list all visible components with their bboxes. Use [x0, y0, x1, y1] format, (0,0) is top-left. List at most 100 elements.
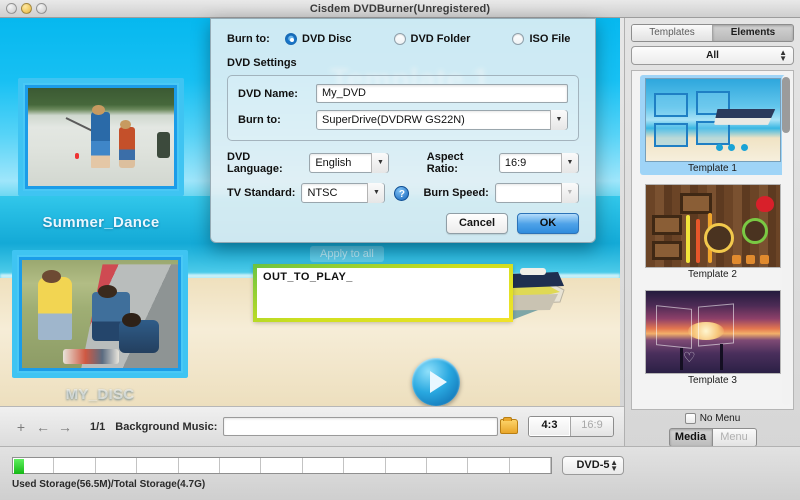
- page-indicator: 1/1: [90, 420, 106, 433]
- background-music-input[interactable]: [223, 417, 498, 436]
- app-window: Cisdem DVDBurner(Unregistered) Summer_Da…: [0, 0, 800, 500]
- stamp-frame: [23, 83, 179, 191]
- aspect-16-9-button[interactable]: 16:9: [571, 417, 613, 436]
- bottom-toolbar: + ← → 1/1 Background Music: 4:3 16:9: [0, 406, 624, 446]
- radio-dvd-disc-label: DVD Disc: [302, 33, 352, 45]
- disc-type-dropdown[interactable]: DVD-5 ▲ ▼: [562, 456, 624, 475]
- chevron-down-icon: ▼: [367, 183, 385, 203]
- burn-to-label: Burn to:: [227, 33, 270, 45]
- radio-dot-icon: [393, 33, 406, 45]
- menu-button[interactable]: Menu: [712, 428, 757, 447]
- burn-drive-dropdown[interactable]: SuperDrive(DVDRW GS22N) ▼: [316, 110, 568, 130]
- chevron-down-icon: ▼: [561, 153, 578, 173]
- burn-target-row: Burn to: DVD Disc DVD Folder ISO File: [227, 33, 579, 45]
- prev-arrow-icon[interactable]: ←: [32, 419, 54, 435]
- stamp-label: MY_DISC: [65, 386, 135, 403]
- media-button[interactable]: Media: [668, 428, 713, 447]
- no-menu-row[interactable]: No Menu: [631, 413, 794, 424]
- stamp-frame: [17, 255, 183, 373]
- photo-stamp[interactable]: [12, 250, 188, 378]
- mode-buttons: Media Menu: [631, 428, 794, 447]
- template-thumbnail: [644, 78, 781, 162]
- template-thumbnail: ♡: [644, 290, 781, 374]
- template-thumbnail: [644, 184, 781, 268]
- template-caption: Template 1: [688, 163, 737, 174]
- tv-standard-dropdown[interactable]: NTSC ▼: [301, 183, 386, 203]
- template-item[interactable]: ♡ Template 3: [640, 287, 786, 387]
- menu-text-box[interactable]: OUT_TO_PLAY_: [253, 264, 513, 322]
- photo-figure-head: [42, 269, 61, 283]
- tab-elements[interactable]: Elements: [713, 25, 793, 41]
- radio-dvd-folder-label: DVD Folder: [410, 33, 471, 45]
- right-panel: Templates Elements All ▲ ▼ Template 1 Te…: [624, 18, 800, 458]
- burn-settings-dialog: Burn to: DVD Disc DVD Folder ISO File DV…: [210, 18, 596, 243]
- chevron-down-icon: ▼: [371, 153, 389, 173]
- apply-to-all-button[interactable]: Apply to all: [310, 246, 384, 262]
- menu-text: OUT_TO_PLAY_: [263, 271, 353, 283]
- dvd-name-label: DVD Name:: [238, 87, 298, 100]
- category-filter-value: All: [706, 50, 719, 61]
- burn-speed-dropdown[interactable]: ▼: [494, 183, 579, 203]
- aspect-ratio-value: 16:9: [504, 157, 527, 169]
- updown-arrows-icon: ▲ ▼: [779, 48, 787, 63]
- photo-picnic-items: [62, 348, 119, 364]
- dvd-language-dropdown[interactable]: English ▼: [309, 153, 390, 173]
- burn-drive-row: Burn to: SuperDrive(DVDRW GS22N) ▼: [238, 110, 568, 130]
- add-icon[interactable]: +: [10, 419, 32, 435]
- aspect-ratio-dropdown[interactable]: 16:9 ▼: [498, 153, 579, 173]
- aspect-4-3-button[interactable]: 4:3: [529, 417, 571, 436]
- photo-figure-head: [98, 284, 118, 298]
- dvd-name-input[interactable]: My_DVD: [316, 84, 568, 103]
- dvd-settings-title: DVD Settings: [227, 57, 297, 69]
- no-menu-checkbox[interactable]: [684, 413, 696, 424]
- photo-thumbnail: [28, 88, 174, 186]
- tv-standard-value: NTSC: [307, 187, 338, 199]
- radio-dvd-disc[interactable]: DVD Disc: [285, 33, 352, 45]
- ok-button[interactable]: OK: [517, 213, 579, 234]
- dialog-buttons: Cancel OK: [227, 213, 579, 234]
- burn-speed-label: Burn Speed:: [423, 187, 489, 199]
- template-list-scrollbar[interactable]: [782, 75, 790, 405]
- title-bar: Cisdem DVDBurner(Unregistered): [0, 0, 800, 18]
- panel-tabs: Templates Elements: [631, 24, 794, 42]
- photo-figure-head: [119, 120, 131, 130]
- template-list[interactable]: Template 1 Template 2 ♡ Template 3: [631, 70, 794, 410]
- template-caption: Template 3: [688, 375, 737, 386]
- window-title: Cisdem DVDBurner(Unregistered): [309, 2, 491, 15]
- storage-bar-fill: [14, 459, 24, 474]
- photo-shrub: [156, 132, 170, 158]
- radio-dot-icon: [285, 33, 297, 45]
- no-menu-label: No Menu: [699, 413, 741, 424]
- footer-bar: Used Storage(56.5M)/Total Storage(4.7G) …: [0, 446, 800, 500]
- dvd-settings-group: DVD Name: My_DVD Burn to: SuperDrive(DVD…: [227, 75, 579, 141]
- photo-figure: [37, 277, 72, 340]
- cancel-button[interactable]: Cancel: [446, 213, 508, 234]
- folder-icon[interactable]: [500, 417, 518, 434]
- template-item[interactable]: Template 1: [639, 75, 786, 175]
- template-item[interactable]: Template 2: [640, 181, 786, 281]
- canvas-play-button[interactable]: [412, 358, 460, 406]
- play-triangle-icon: [429, 371, 447, 393]
- photo-thumbnail: [22, 260, 178, 368]
- aspect-ratio-label: Aspect Ratio:: [426, 151, 464, 175]
- photo-figure-head: [121, 312, 141, 327]
- tab-templates[interactable]: Templates: [632, 25, 713, 41]
- tvstandard-burnspeed-row: TV Standard: NTSC ▼ ? Burn Speed: ▼: [227, 183, 579, 203]
- background-music-label: Background Music:: [115, 420, 218, 433]
- photo-stamp[interactable]: [18, 78, 184, 196]
- scrollbar-thumb[interactable]: [782, 77, 790, 133]
- radio-iso-file[interactable]: ISO File: [512, 33, 570, 45]
- photo-float: [74, 152, 79, 159]
- radio-iso-file-label: ISO File: [529, 33, 571, 45]
- disc-type-value: DVD-5: [576, 459, 610, 471]
- updown-arrows-icon: ▲ ▼: [610, 458, 618, 473]
- category-filter-dropdown[interactable]: All ▲ ▼: [631, 46, 794, 65]
- help-icon[interactable]: ?: [394, 185, 410, 201]
- language-aspect-row: DVD Language: English ▼ Aspect Ratio: 16…: [227, 151, 579, 175]
- dvd-language-value: English: [315, 157, 352, 169]
- template-caption: Template 2: [688, 269, 737, 280]
- radio-dvd-folder[interactable]: DVD Folder: [393, 33, 471, 45]
- next-arrow-icon[interactable]: →: [54, 419, 76, 435]
- dvd-name-row: DVD Name: My_DVD: [238, 84, 568, 103]
- dvd-language-label: DVD Language:: [227, 151, 283, 175]
